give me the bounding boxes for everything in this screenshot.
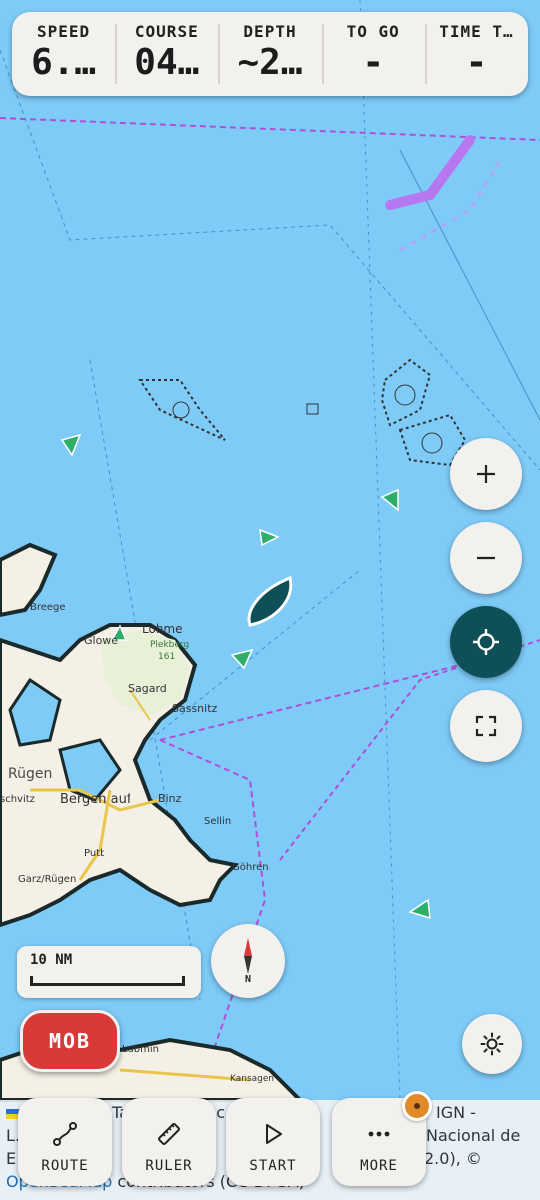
zoom-in-button[interactable] bbox=[450, 438, 522, 510]
metric-depth[interactable]: DEPTH ~2… bbox=[218, 12, 321, 96]
metric-speed[interactable]: SPEED 6.… bbox=[12, 12, 115, 96]
metric-value: 6.… bbox=[31, 43, 97, 83]
route-button[interactable]: ROUTE bbox=[18, 1098, 112, 1186]
metric-value: - bbox=[362, 43, 385, 83]
metric-label: DEPTH bbox=[243, 22, 297, 41]
metric-value: ~2… bbox=[237, 43, 303, 83]
crosshair-icon bbox=[473, 629, 499, 655]
route-label: ROUTE bbox=[41, 1158, 89, 1174]
more-icon bbox=[368, 1131, 390, 1137]
metric-value: 04… bbox=[134, 43, 200, 83]
locate-button[interactable] bbox=[450, 606, 522, 678]
metric-label: TIME T… bbox=[439, 22, 514, 41]
instrument-dashboard[interactable]: SPEED 6.… COURSE 04… DEPTH ~2… TO GO - T… bbox=[12, 12, 528, 96]
metric-label: SPEED bbox=[37, 22, 91, 41]
fullscreen-button[interactable] bbox=[450, 690, 522, 762]
notification-badge-icon[interactable] bbox=[402, 1091, 432, 1121]
man-overboard-button[interactable]: MOB bbox=[20, 1010, 120, 1072]
metric-value: - bbox=[465, 43, 488, 83]
ruler-button[interactable]: RULER bbox=[122, 1098, 216, 1186]
ruler-label: RULER bbox=[145, 1158, 193, 1174]
scale-bar bbox=[30, 976, 185, 986]
metric-label: COURSE bbox=[134, 22, 199, 41]
light-mode-button[interactable] bbox=[462, 1014, 522, 1074]
minus-icon bbox=[477, 556, 495, 560]
start-button[interactable]: START bbox=[226, 1098, 320, 1186]
start-label: START bbox=[249, 1158, 297, 1174]
more-label: MORE bbox=[360, 1158, 398, 1174]
metric-to-go[interactable]: TO GO - bbox=[321, 12, 425, 96]
metric-course[interactable]: COURSE 04… bbox=[115, 12, 218, 96]
zoom-out-button[interactable] bbox=[450, 522, 522, 594]
sun-icon bbox=[480, 1032, 504, 1056]
compass-north-label: N bbox=[244, 974, 252, 985]
plus-icon bbox=[477, 465, 495, 483]
ruler-icon bbox=[158, 1123, 180, 1145]
route-icon bbox=[53, 1122, 77, 1146]
scale-bar-widget: 10 NM bbox=[17, 946, 201, 998]
play-icon bbox=[266, 1124, 282, 1144]
metric-label: TO GO bbox=[346, 22, 400, 41]
fullscreen-icon bbox=[475, 715, 497, 737]
scale-label: 10 NM bbox=[30, 952, 73, 968]
compass-button[interactable]: N bbox=[211, 924, 285, 998]
metric-time-to-go[interactable]: TIME T… - bbox=[424, 12, 528, 96]
compass-icon bbox=[244, 938, 252, 974]
